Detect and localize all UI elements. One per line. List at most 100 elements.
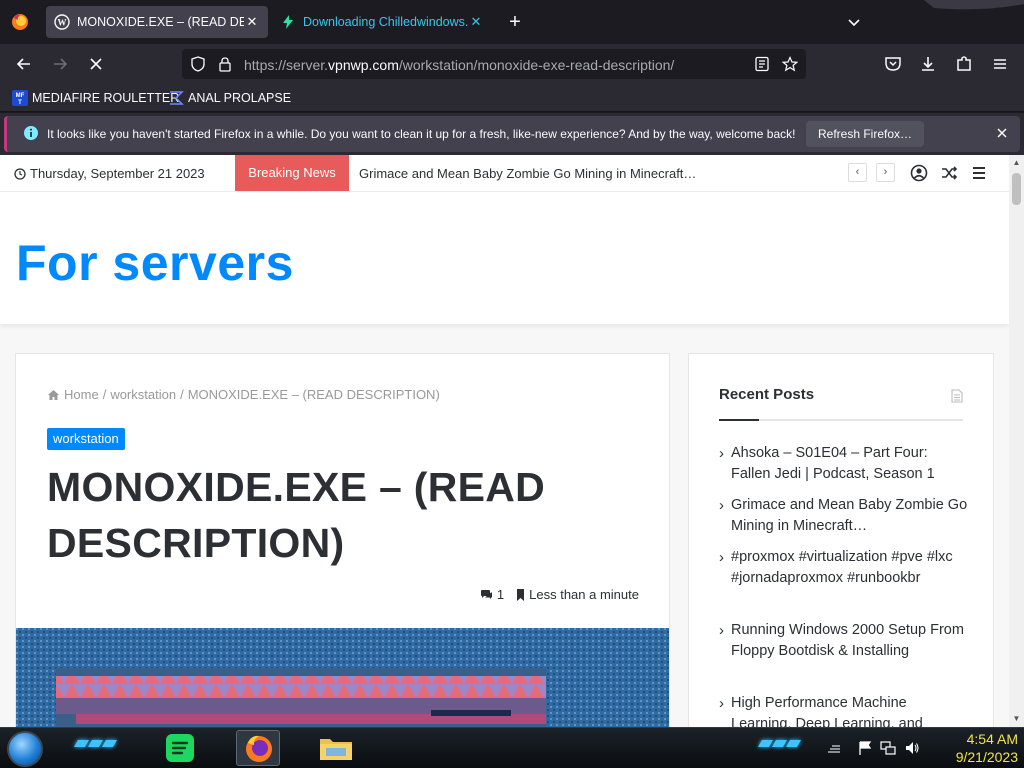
bookmarks-toolbar: MF T MEDIAFIRE ROULETTER ANAL PROLAPSE (0, 84, 1024, 112)
scrollbar-thumb[interactable] (1012, 173, 1021, 205)
widget-title: Recent Posts (719, 386, 815, 403)
breadcrumb: Home / workstation / MONOXIDE.EXE – (REA… (47, 387, 440, 402)
url-path: /workstation/monoxide-exe-read-descripti… (398, 57, 675, 73)
close-tab-icon[interactable]: ✕ (468, 14, 484, 30)
notification-message: It looks like you haven't started Firefo… (47, 127, 796, 141)
breadcrumb-current: MONOXIDE.EXE – (READ DESCRIPTION) (187, 387, 440, 402)
read-time: Less than a minute (529, 587, 639, 602)
downloads-icon[interactable] (918, 54, 938, 74)
tab-list-chevron-icon[interactable] (846, 14, 862, 30)
current-date: Thursday, September 21 2023 (14, 166, 205, 181)
refresh-firefox-button[interactable]: Refresh Firefox… (806, 121, 925, 147)
breadcrumb-separator: / (102, 387, 107, 402)
firefox-taskbar-icon[interactable] (236, 730, 280, 766)
bookmark-label: MEDIAFIRE ROULETTER (32, 91, 180, 105)
category-badge[interactable]: workstation (47, 428, 125, 450)
comment-count[interactable]: 1 (497, 587, 504, 602)
recent-post-link[interactable]: Running Windows 2000 Setup From Floppy B… (719, 620, 969, 662)
breadcrumb-separator: / (180, 387, 184, 402)
recent-post-link[interactable]: #proxmox #virtualization #pve #lxc #jorn… (719, 547, 969, 589)
back-arrow-icon[interactable] (14, 54, 34, 74)
site-top-bar: Thursday, September 21 2023 Breaking New… (0, 155, 1009, 192)
breadcrumb-home-link[interactable]: Home (64, 387, 99, 402)
recent-posts-widget: Recent Posts Ahsoka – S01E04 – Part Four… (688, 353, 994, 727)
close-tab-icon[interactable]: ✕ (244, 14, 260, 30)
recent-post-link[interactable]: High Performance Machine Learning, Deep … (719, 693, 969, 727)
post-container: Home / workstation / MONOXIDE.EXE – (REA… (15, 353, 670, 727)
new-tab-button[interactable]: + (505, 12, 525, 32)
tab-title: Downloading Chilledwindows.e (303, 15, 468, 29)
hamburger-menu-icon[interactable] (990, 54, 1010, 74)
recent-post-link[interactable]: Grimace and Mean Baby Zombie Go Mining i… (719, 495, 969, 537)
window-frame-decoration (924, 0, 1024, 12)
reader-view-icon[interactable] (754, 56, 770, 72)
date-text: Thursday, September 21 2023 (30, 166, 205, 181)
clock-date: 9/21/2023 (955, 749, 1018, 765)
info-icon (23, 125, 39, 141)
network-icon[interactable] (880, 740, 896, 756)
clock-time: 4:54 AM (966, 731, 1018, 747)
ticker-next-button[interactable]: › (876, 163, 895, 182)
scroll-down-arrow-icon[interactable]: ▼ (1012, 715, 1021, 723)
random-article-shuffle-icon[interactable] (940, 164, 958, 182)
home-icon (47, 389, 64, 401)
bookmark-star-icon[interactable] (782, 56, 798, 72)
bookmark-label: ANAL PROLAPSE (188, 91, 292, 105)
sidebar-menu-icon[interactable] (970, 164, 988, 182)
firefox-menu-icon[interactable] (10, 12, 30, 32)
tab-strip: W MONOXIDE.EXE – (READ DESCRIPTION) ✕ Do… (0, 0, 1024, 44)
page-scrollbar[interactable]: ▲ ▼ (1009, 155, 1024, 727)
tab-downloading[interactable]: Downloading Chilledwindows.e ✕ (272, 6, 492, 38)
tracking-protection-shield-icon[interactable] (190, 56, 206, 72)
svg-text:T: T (18, 100, 22, 106)
bookmark-second[interactable]: ANAL PROLAPSE (168, 90, 291, 106)
refresh-firefox-notification: It looks like you haven't started Firefo… (0, 113, 1024, 155)
comments-icon (480, 589, 497, 600)
post-meta: 1 Less than a minute (480, 587, 639, 602)
forward-arrow-icon[interactable] (50, 54, 70, 74)
file-explorer-icon[interactable] (314, 730, 358, 766)
svg-text:MF: MF (16, 93, 25, 99)
bookmark-glyph-icon (168, 90, 184, 106)
stop-loading-icon[interactable] (86, 54, 106, 74)
lock-icon[interactable] (218, 56, 232, 72)
url-text[interactable]: https://server.vpnwp.com/workstation/mon… (244, 57, 674, 73)
web-page: Thursday, September 21 2023 Breaking New… (0, 155, 1009, 727)
spotify-icon[interactable] (158, 730, 202, 766)
show-hidden-icons-icon[interactable] (826, 740, 842, 756)
pocket-icon[interactable] (883, 54, 903, 74)
user-account-icon[interactable] (910, 164, 928, 182)
windows-taskbar: 4:54 AM 9/21/2023 (0, 727, 1024, 768)
volume-icon[interactable] (904, 740, 920, 756)
breaking-news-label: Breaking News (235, 155, 349, 191)
taskbar-decoration (757, 740, 802, 752)
start-orb-button[interactable] (7, 731, 43, 767)
bookmark-mediafire[interactable]: MF T MEDIAFIRE ROULETTER (12, 90, 179, 106)
lightning-icon (280, 14, 296, 30)
post-featured-image[interactable] (16, 628, 669, 727)
recent-post-link[interactable]: Ahsoka – S01E04 – Part Four: Fallen Jedi… (719, 443, 969, 485)
ticker-prev-button[interactable]: ‹ (848, 163, 867, 182)
address-bar[interactable]: https://server.vpnwp.com/workstation/mon… (182, 49, 806, 79)
wordpress-icon: W (54, 14, 70, 30)
document-icon (951, 389, 963, 403)
action-center-flag-icon[interactable] (857, 740, 873, 756)
taskbar-decoration (73, 740, 118, 752)
url-domain: vpnwp.com (328, 57, 399, 73)
scroll-up-arrow-icon[interactable]: ▲ (1012, 159, 1021, 167)
mft-icon: MF T (12, 90, 28, 106)
extensions-icon[interactable] (954, 54, 974, 74)
site-logo-text[interactable]: For servers (16, 234, 294, 292)
url-prefix: https://server. (244, 57, 329, 73)
clock-icon (14, 167, 30, 180)
tab-title: MONOXIDE.EXE – (READ DESCRIPTION) (77, 15, 244, 29)
bookmark-ribbon-icon (516, 588, 529, 601)
system-clock[interactable]: 4:54 AM 9/21/2023 (956, 730, 1018, 766)
tab-monoxide[interactable]: W MONOXIDE.EXE – (READ DESCRIPTION) ✕ (46, 6, 268, 38)
navigation-toolbar: https://server.vpnwp.com/workstation/mon… (0, 44, 1024, 84)
breadcrumb-category-link[interactable]: workstation (110, 387, 176, 402)
post-title: MONOXIDE.EXE – (READ DESCRIPTION) (47, 464, 546, 566)
close-notification-icon[interactable] (994, 125, 1010, 141)
widget-title-underline (719, 419, 963, 421)
breaking-news-ticker[interactable]: Grimace and Mean Baby Zombie Go Mining i… (359, 166, 696, 181)
